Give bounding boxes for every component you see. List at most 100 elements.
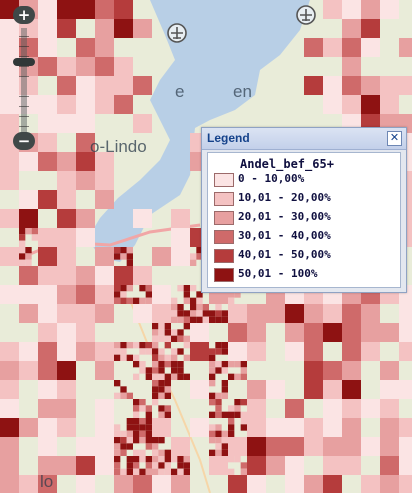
grid-cell bbox=[139, 361, 146, 368]
grid-cell bbox=[215, 304, 222, 311]
grid-cell bbox=[38, 399, 57, 418]
grid-cell bbox=[164, 380, 171, 387]
grid-cell bbox=[177, 329, 184, 336]
zoom-slider-handle[interactable] bbox=[13, 58, 35, 66]
grid-cell bbox=[215, 367, 222, 374]
grid-cell bbox=[190, 304, 197, 311]
grid-cell bbox=[399, 456, 412, 475]
grid-cell bbox=[0, 380, 19, 399]
grid-cell bbox=[126, 443, 133, 450]
grid-cell bbox=[164, 392, 171, 399]
legend-item-label: 30,01 - 40,00% bbox=[238, 229, 331, 242]
grid-cell bbox=[164, 361, 171, 368]
grid-cell bbox=[139, 418, 146, 425]
grid-cell bbox=[361, 0, 380, 19]
grid-cell bbox=[57, 266, 76, 285]
grid-cell bbox=[0, 247, 19, 266]
grid-cell bbox=[221, 367, 228, 374]
grid-cell bbox=[76, 57, 95, 76]
grid-cell bbox=[209, 354, 216, 361]
grid-cell bbox=[133, 475, 152, 493]
grid-cell bbox=[120, 348, 127, 355]
zoom-out-button[interactable]: − bbox=[13, 132, 35, 150]
legend-panel[interactable]: Legend ✕ Andel_bef_65+ 0 - 10,00% 10,01 … bbox=[201, 127, 407, 293]
legend-swatch bbox=[214, 268, 234, 282]
grid-cell bbox=[114, 348, 121, 355]
grid-cell bbox=[57, 228, 76, 247]
grid-cell bbox=[152, 335, 159, 342]
grid-cell bbox=[133, 76, 152, 95]
grid-cell bbox=[19, 228, 26, 235]
grid-cell bbox=[361, 38, 380, 57]
legend-header[interactable]: Legend ✕ bbox=[202, 128, 406, 150]
grid-cell bbox=[171, 373, 178, 380]
grid-cell bbox=[285, 456, 304, 475]
grid-cell bbox=[38, 19, 57, 38]
grid-cell bbox=[76, 285, 95, 304]
grid-cell bbox=[120, 297, 127, 304]
grid-cell bbox=[247, 380, 266, 399]
grid-cell bbox=[158, 380, 165, 387]
grid-cell bbox=[38, 0, 57, 19]
grid-cell bbox=[19, 361, 38, 380]
grid-cell bbox=[177, 348, 184, 355]
grid-cell bbox=[164, 449, 171, 456]
close-icon[interactable]: ✕ bbox=[387, 131, 402, 146]
grid-cell bbox=[152, 285, 171, 304]
grid-cell bbox=[0, 475, 19, 493]
grid-cell bbox=[209, 310, 216, 317]
grid-cell bbox=[183, 335, 190, 342]
grid-cell bbox=[209, 430, 216, 437]
grid-cell bbox=[158, 354, 165, 361]
grid-cell bbox=[171, 361, 178, 368]
grid-cell bbox=[95, 437, 114, 456]
legend-item-label: 10,01 - 20,00% bbox=[238, 191, 331, 204]
grid-cell bbox=[399, 342, 412, 361]
grid-cell bbox=[158, 468, 165, 475]
grid-cell bbox=[114, 443, 121, 450]
grid-cell bbox=[247, 437, 266, 456]
place-label-en: en bbox=[233, 82, 252, 101]
grid-cell bbox=[323, 95, 342, 114]
grid-cell bbox=[171, 304, 178, 311]
grid-cell bbox=[0, 38, 19, 57]
grid-cell bbox=[164, 335, 171, 342]
grid-cell bbox=[171, 310, 178, 317]
grid-cell bbox=[0, 437, 19, 456]
grid-cell bbox=[0, 342, 19, 361]
grid-cell bbox=[285, 304, 304, 323]
grid-cell bbox=[152, 437, 159, 444]
grid-cell bbox=[209, 392, 216, 399]
grid-cell bbox=[177, 316, 184, 323]
grid-cell bbox=[95, 190, 114, 209]
grid-cell bbox=[95, 95, 114, 114]
grid-cell bbox=[171, 456, 178, 463]
grid-cell bbox=[380, 418, 399, 437]
grid-cell bbox=[361, 323, 380, 342]
grid-cell bbox=[215, 348, 222, 355]
zoom-slider[interactable] bbox=[19, 28, 29, 134]
grid-cell bbox=[133, 209, 152, 228]
grid-cell bbox=[38, 114, 57, 133]
grid-cell bbox=[304, 76, 323, 95]
grid-cell bbox=[139, 449, 146, 456]
legend-title: Legend bbox=[207, 131, 250, 145]
place-label-lindo: o-Lindo bbox=[90, 137, 147, 156]
grid-cell bbox=[152, 392, 159, 399]
grid-cell bbox=[196, 304, 203, 311]
grid-cell bbox=[158, 361, 165, 368]
grid-cell bbox=[114, 19, 133, 38]
grid-cell bbox=[126, 437, 133, 444]
legend-item-label: 0 - 10,00% bbox=[238, 172, 305, 185]
grid-cell bbox=[247, 418, 266, 437]
grid-cell bbox=[0, 171, 19, 190]
grid-cell bbox=[139, 399, 146, 406]
grid-cell bbox=[209, 316, 216, 323]
grid-cell bbox=[126, 259, 133, 266]
grid-cell bbox=[25, 253, 32, 260]
grid-cell bbox=[342, 418, 361, 437]
grid-cell bbox=[183, 297, 190, 304]
grid-cell bbox=[247, 399, 266, 418]
grid-cell bbox=[342, 0, 361, 19]
zoom-in-button[interactable]: + bbox=[13, 6, 35, 24]
